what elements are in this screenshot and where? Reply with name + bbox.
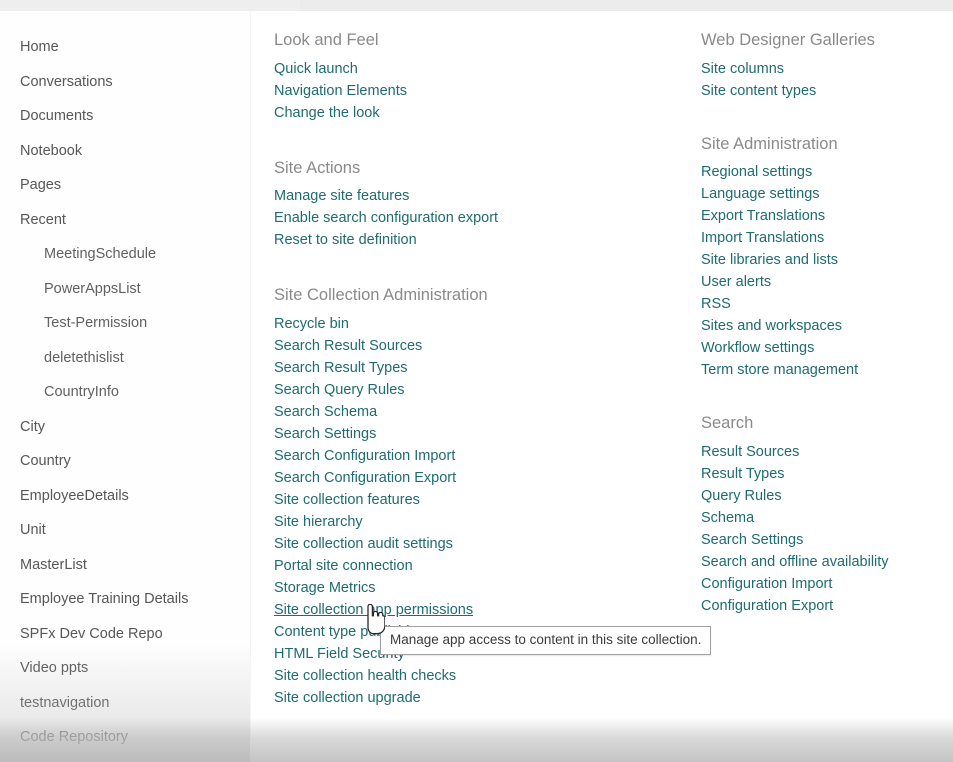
nav-content-divider — [250, 11, 251, 741]
settings-link-site-collection-health-checks[interactable]: Site collection health checks — [274, 666, 674, 688]
settings-link-language-settings[interactable]: Language settings — [701, 184, 953, 206]
sidebar-item-powerappslist[interactable]: PowerAppsList — [0, 272, 250, 307]
sidebar-item-testnavigation[interactable]: testnavigation — [0, 686, 250, 721]
settings-link-site-collection-upgrade[interactable]: Site collection upgrade — [274, 688, 674, 710]
sidebar-item-city[interactable]: City — [0, 410, 250, 445]
browser-chrome-band-right — [300, 0, 953, 11]
sidebar-item-meetingschedule[interactable]: MeetingSchedule — [0, 237, 250, 272]
settings-group-title: Web Designer Galleries — [701, 31, 875, 49]
settings-link-reset-to-site-definition[interactable]: Reset to site definition — [274, 230, 674, 252]
sidebar-item-spfx-dev-code-repo[interactable]: SPFx Dev Code Repo — [0, 617, 250, 652]
settings-link-schema[interactable]: Schema — [701, 508, 953, 530]
sidebar-item-pages[interactable]: Pages — [0, 168, 250, 203]
settings-link-portal-site-connection[interactable]: Portal site connection — [274, 556, 674, 578]
sidebar-item-test-permission[interactable]: Test-Permission — [0, 306, 250, 341]
settings-link-configuration-export[interactable]: Configuration Export — [701, 596, 953, 618]
sidebar-item-deletethislist[interactable]: deletethislist — [0, 341, 250, 376]
link-tooltip: Manage app access to content in this sit… — [380, 626, 712, 655]
settings-link-regional-settings[interactable]: Regional settings — [701, 162, 953, 184]
settings-link-site-libraries-and-lists[interactable]: Site libraries and lists — [701, 250, 953, 272]
left-navigation: Home Conversations Documents Notebook Pages R… — [0, 11, 250, 762]
sidebar-item-conversations[interactable]: Conversations — [0, 65, 250, 100]
settings-link-user-alerts[interactable]: User alerts — [701, 272, 953, 294]
settings-group: Web Designer Galleries Site columns Site c… — [701, 32, 953, 103]
settings-link-import-translations[interactable]: Import Translations — [701, 228, 953, 250]
settings-link-sites-and-workspaces[interactable]: Sites and workspaces — [701, 316, 953, 338]
settings-link-term-store-management[interactable]: Term store management — [701, 360, 953, 382]
settings-link-rss[interactable]: RSS — [701, 294, 953, 316]
sidebar-item-video-ppts[interactable]: Video ppts — [0, 651, 250, 686]
sidebar-item-country[interactable]: Country — [0, 444, 250, 479]
settings-group: Search Result Sources Result Types Query Ru… — [701, 415, 953, 618]
sidebar-item-library-important-list[interactable]: Library Important List — [0, 755, 250, 762]
settings-link-enable-search-configuration-export[interactable]: Enable search configuration export — [274, 208, 674, 230]
settings-link-search-and-offline-availability[interactable]: Search and offline availability — [701, 552, 953, 574]
sidebar-item-countryinfo[interactable]: CountryInfo — [0, 375, 250, 410]
settings-link-workflow-settings[interactable]: Workflow settings — [701, 338, 953, 360]
sidebar-item-code-repository[interactable]: Code Repository — [0, 720, 250, 755]
sidebar-item-notebook[interactable]: Notebook — [0, 134, 250, 169]
settings-link-search-configuration-import[interactable]: Search Configuration Import — [274, 446, 674, 468]
settings-link-storage-metrics[interactable]: Storage Metrics — [274, 578, 674, 600]
settings-column-right: Web Designer Galleries Site columns Site c… — [701, 11, 953, 643]
settings-group-title: Search — [701, 414, 754, 432]
settings-group-title: Look and Feel — [274, 31, 379, 49]
settings-link-recycle-bin[interactable]: Recycle bin — [274, 314, 674, 336]
settings-link-site-content-types[interactable]: Site content types — [701, 81, 953, 103]
settings-link-configuration-import[interactable]: Configuration Import — [701, 574, 953, 596]
sidebar-item-home[interactable]: Home — [0, 30, 250, 65]
settings-link-navigation-elements[interactable]: Navigation Elements — [274, 81, 674, 103]
sidebar-item-employee-training-details[interactable]: Employee Training Details — [0, 582, 250, 617]
sidebar-item-masterlist[interactable]: MasterList — [0, 548, 250, 583]
settings-link-site-columns[interactable]: Site columns — [701, 59, 953, 81]
settings-group: Look and Feel Quick launch Navigation Elem… — [274, 32, 674, 125]
settings-link-search-schema[interactable]: Search Schema — [274, 402, 674, 424]
tooltip-text: Manage app access to content in this sit… — [390, 632, 702, 647]
settings-group-title: Site Collection Administration — [274, 286, 488, 304]
settings-link-result-sources[interactable]: Result Sources — [701, 442, 953, 464]
settings-group-title: Site Actions — [274, 158, 361, 177]
settings-link-quick-launch[interactable]: Quick launch — [274, 59, 674, 81]
settings-link-change-the-look[interactable]: Change the look — [274, 103, 674, 125]
settings-link-search-settings[interactable]: Search Settings — [701, 530, 953, 552]
settings-link-query-rules[interactable]: Query Rules — [701, 486, 953, 508]
settings-link-site-hierarchy[interactable]: Site hierarchy — [274, 512, 674, 534]
settings-link-search-result-sources[interactable]: Search Result Sources — [274, 336, 674, 358]
settings-link-search-result-types[interactable]: Search Result Types — [274, 358, 674, 380]
sidebar-item-documents[interactable]: Documents — [0, 99, 250, 134]
sidebar-item-employeedetails[interactable]: EmployeeDetails — [0, 479, 250, 514]
settings-link-site-collection-audit-settings[interactable]: Site collection audit settings — [274, 534, 674, 556]
sidebar-item-unit[interactable]: Unit — [0, 513, 250, 548]
settings-link-search-configuration-export[interactable]: Search Configuration Export — [274, 468, 674, 490]
settings-link-site-collection-features[interactable]: Site collection features — [274, 490, 674, 512]
settings-group: Site Actions Manage site features Enable s… — [274, 158, 674, 253]
settings-link-export-translations[interactable]: Export Translations — [701, 206, 953, 228]
sidebar-item-recent[interactable]: Recent — [0, 203, 250, 238]
settings-link-search-settings[interactable]: Search Settings — [274, 424, 674, 446]
settings-link-manage-site-features[interactable]: Manage site features — [274, 186, 674, 208]
site-settings-page: Home Conversations Documents Notebook Pages R… — [0, 0, 953, 762]
settings-group: Site Administration Regional settings Lang… — [701, 134, 953, 383]
settings-group-title: Site Administration — [701, 134, 838, 153]
settings-link-search-query-rules[interactable]: Search Query Rules — [274, 380, 674, 402]
settings-link-site-collection-app-permissions[interactable]: Site collection app permissions — [274, 600, 674, 622]
settings-link-result-types[interactable]: Result Types — [701, 464, 953, 486]
